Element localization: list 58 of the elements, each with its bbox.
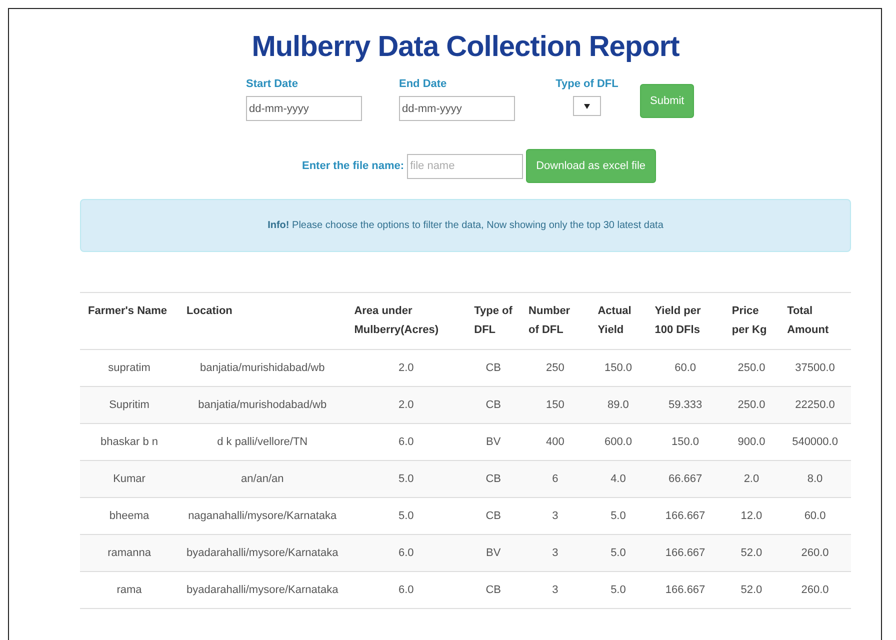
table-cell: rama — [80, 572, 179, 608]
field-label: Start Date — [246, 78, 299, 90]
table-cell: 2.0 — [724, 460, 780, 498]
date-field[interactable]: dd-mm-yyyy — [246, 96, 362, 121]
table-cell: 6.0 — [346, 572, 466, 608]
table-cell: 66.667 — [646, 460, 724, 498]
column-header: Type of DFL — [466, 292, 521, 350]
table-cell: 260.0 — [779, 572, 851, 608]
file-name-label: Enter the file name: — [302, 160, 404, 172]
table-cell: 22250.0 — [779, 386, 851, 424]
info-alert: Info! Please choose the options to filter the data, Now showing only the top 30 latest data — [80, 199, 851, 252]
table-cell: 150 — [520, 386, 590, 424]
caret-icon — [584, 104, 590, 108]
table-cell: 5.0 — [590, 534, 647, 572]
table-cell: CB — [466, 460, 521, 498]
table-cell: 3 — [520, 572, 590, 608]
field-label: Type of DFL — [556, 78, 618, 90]
table-cell: byadarahalli/mysore/Karnataka — [178, 534, 346, 572]
column-header: Price per Kg — [724, 292, 780, 350]
table-cell: 6 — [520, 460, 590, 498]
column-header: Yield per 100 DFls — [646, 292, 724, 350]
table-cell: 166.667 — [646, 572, 724, 608]
table-cell: 166.667 — [646, 534, 724, 572]
column-header: Actual Yield — [590, 292, 647, 350]
table-cell: ramanna — [80, 534, 179, 572]
report-title: Mulberry Data Collection Report — [250, 31, 680, 64]
table-cell: 2.0 — [346, 386, 466, 424]
table-cell: BV — [466, 534, 521, 572]
table-cell: 59.333 — [646, 386, 724, 424]
table-cell: 5.0 — [590, 572, 647, 608]
type-dropdown[interactable] — [573, 96, 601, 116]
table-cell: 6.0 — [346, 534, 466, 572]
table-cell: 52.0 — [724, 572, 780, 608]
table-cell: banjatia/murishodabad/wb — [178, 386, 346, 424]
table-cell: CB — [466, 572, 521, 608]
table-cell: 89.0 — [590, 386, 647, 424]
table-cell: 4.0 — [590, 460, 647, 498]
column-header: Area under Mulberry(Acres) — [346, 292, 466, 350]
table-cell: 3 — [520, 534, 590, 572]
column-header: Number of DFL — [520, 292, 590, 350]
column-header: Total Amount — [779, 292, 851, 350]
date-field[interactable]: dd-mm-yyyy — [399, 96, 515, 121]
file-name-field[interactable]: file name — [407, 154, 524, 178]
table-cell: 8.0 — [779, 460, 851, 498]
table-cell: Kumar — [80, 460, 179, 498]
submit-button[interactable]: Submit — [640, 84, 694, 118]
table-cell: an/an/an — [178, 460, 346, 498]
column-header: Farmer's Name — [80, 292, 179, 350]
table-cell: CB — [466, 386, 521, 424]
table-cell: 250.0 — [724, 386, 780, 424]
table-cell: Supritim — [80, 386, 179, 424]
field-label: End Date — [399, 78, 448, 90]
table-cell: 52.0 — [724, 534, 780, 572]
download-button[interactable]: Download as excel file — [526, 149, 656, 183]
table-cell: 5.0 — [346, 460, 466, 498]
table-cell: 260.0 — [779, 534, 851, 572]
column-header: Location — [178, 292, 346, 350]
table-cell: byadarahalli/mysore/Karnataka — [178, 572, 346, 608]
